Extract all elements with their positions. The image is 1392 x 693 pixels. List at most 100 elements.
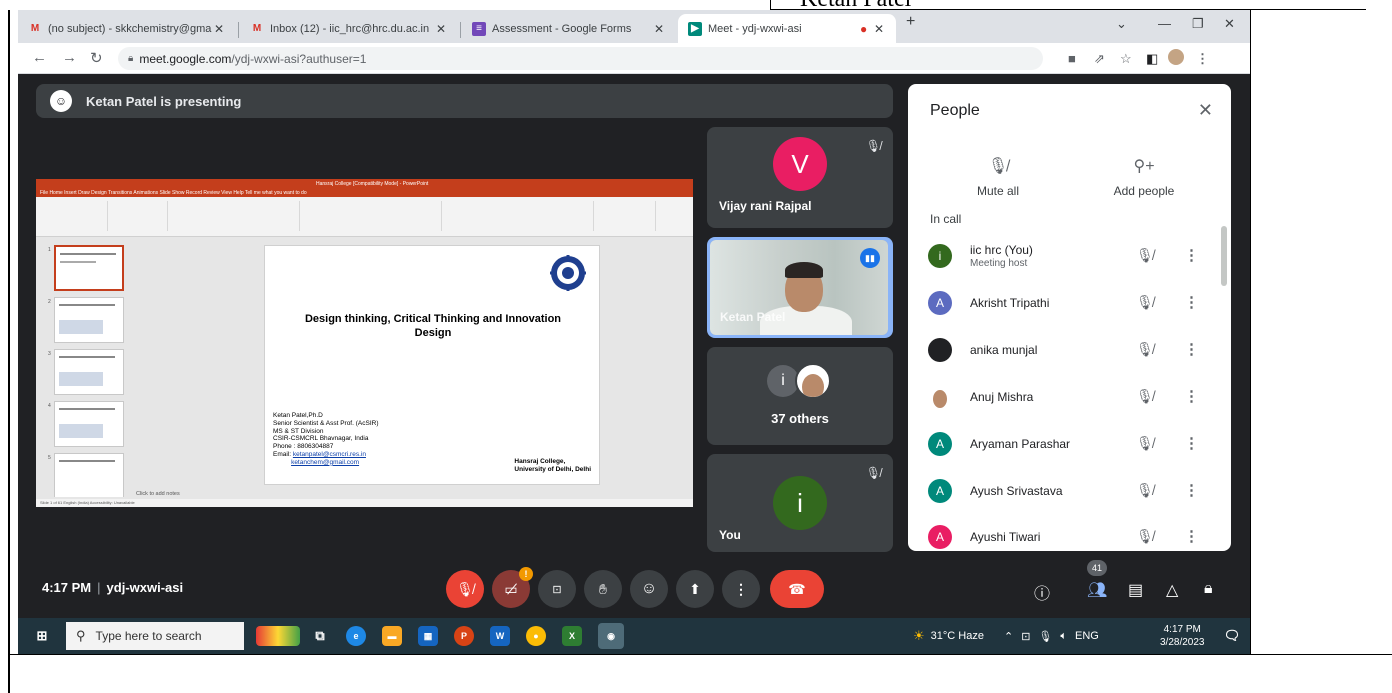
people-panel: People ✕ 🎙︎̸ Mute all ⚲+ Add people In c…	[908, 84, 1231, 551]
slide-thumbnail[interactable]	[54, 245, 124, 291]
task-view-icon[interactable]: ⧉	[310, 626, 330, 646]
store-icon[interactable]: ▦	[418, 626, 438, 646]
participant-row[interactable]: A Aryaman Parashar 🎙︎̸ ⋮	[908, 422, 1231, 468]
more-options-icon[interactable]: ⋮	[1184, 434, 1199, 452]
window-close-button[interactable]: ✕	[1224, 16, 1235, 32]
camera-icon[interactable]: ■	[1068, 51, 1076, 66]
mute-all-button[interactable]: 🎙︎̸ Mute all	[938, 156, 1058, 198]
profile-avatar[interactable]	[1168, 49, 1184, 65]
raise-hand-button[interactable]: ✋︎	[584, 570, 622, 608]
close-icon[interactable]: ✕	[214, 22, 230, 36]
tab-gmail-inbox[interactable]: M Inbox (12) - iic_hrc@hrc.du.ac.in ✕	[240, 14, 458, 43]
chat-icon[interactable]: ▤	[1128, 580, 1143, 600]
bookmark-star-icon[interactable]: ☆	[1120, 51, 1132, 67]
participant-row[interactable]: i iic hrc (You) Meeting host 🎙︎̸ ⋮	[908, 234, 1231, 280]
tab-google-forms[interactable]: ≡ Assessment - Google Forms ✕	[462, 14, 676, 43]
more-options-icon[interactable]: ⋮	[1184, 246, 1199, 264]
warning-badge: !	[519, 567, 533, 581]
close-icon[interactable]: ✕	[654, 22, 670, 36]
meet-stage: ☺ Ketan Patel is presenting Hansraj Coll…	[18, 74, 1250, 654]
tray-chevron-icon[interactable]: ⌃	[1004, 630, 1013, 643]
people-icon[interactable]: 👥︎	[1087, 580, 1107, 600]
url-field[interactable]: 🔒︎ meet.google.com /ydj-wxwi-asi?authuse…	[118, 47, 1043, 70]
author-org: CSIR-CSMCRL Bhavnagar, India	[273, 435, 369, 443]
page: Ketan Patel M (no subject) - skkchemistr…	[0, 0, 1392, 693]
add-people-button[interactable]: ⚲+ Add people	[1084, 156, 1204, 198]
captions-button[interactable]: ⊡	[538, 570, 576, 608]
slide-thumbnail[interactable]	[54, 453, 124, 497]
tab-search-icon[interactable]: ⌄	[1116, 16, 1127, 32]
taskbar-decoration-icon[interactable]	[256, 626, 300, 646]
participant-role: Meeting host	[970, 258, 1028, 269]
menu-kebab-icon[interactable]: ⋮	[1196, 51, 1209, 67]
mic-icon[interactable]: 🎙︎	[1038, 630, 1052, 643]
new-tab-button[interactable]: +	[906, 13, 915, 31]
camera-toggle-button[interactable]: ▭̸ !	[492, 567, 533, 608]
meet-icon: ▶	[688, 21, 702, 36]
tile-name: Ketan Patel	[720, 310, 786, 324]
slide-thumbnail[interactable]	[54, 401, 124, 447]
back-arrow-icon[interactable]: ←	[32, 49, 47, 66]
close-icon[interactable]: ✕	[1198, 100, 1213, 121]
slide-thumbnail[interactable]	[54, 297, 124, 343]
present-button[interactable]: ⬆	[676, 570, 714, 608]
tab-divider	[460, 22, 461, 38]
mic-off-icon: 🎙︎̸	[456, 580, 474, 597]
leave-call-button[interactable]: ☎︎	[770, 570, 824, 608]
more-options-icon[interactable]: ⋮	[1184, 340, 1199, 358]
minimize-button[interactable]: —	[1158, 16, 1171, 31]
close-icon[interactable]: ✕	[874, 22, 890, 36]
mic-off-icon: 🎙︎̸	[1136, 247, 1154, 263]
more-options-button[interactable]: ⋮	[722, 570, 760, 608]
ketan-video: ▮▮ Ketan Patel	[710, 240, 888, 335]
windows-start-icon[interactable]: ⊞	[32, 626, 52, 646]
network-icon[interactable]: ⊡	[1021, 630, 1030, 643]
slide-thumbnail[interactable]	[54, 349, 124, 395]
taskbar-search[interactable]: ⚲ Type here to search	[66, 622, 244, 650]
chrome-active-icon[interactable]: ◉	[598, 623, 624, 649]
participant-row[interactable]: Anuj Mishra 🎙︎̸ ⋮	[908, 375, 1231, 421]
reactions-button[interactable]: ☺	[630, 570, 668, 608]
more-options-icon[interactable]: ⋮	[1184, 527, 1199, 545]
language-indicator[interactable]: ENG	[1075, 630, 1099, 642]
participant-row[interactable]: A Akrisht Tripathi 🎙︎̸ ⋮	[908, 281, 1231, 327]
forward-arrow-icon[interactable]: →	[62, 49, 77, 66]
tab-meet[interactable]: ▶ Meet - ydj-wxwi-asi ● ✕	[678, 14, 896, 43]
reload-icon[interactable]: ↻	[90, 49, 103, 67]
tile-vijay[interactable]: 🎙︎̸ V Vijay rani Rajpal	[707, 127, 893, 228]
others-avatar-photo	[795, 363, 831, 399]
frame-line-left	[8, 10, 10, 693]
restore-button[interactable]: ❐	[1192, 16, 1204, 32]
host-controls-icon[interactable]: 🔒︎	[1204, 580, 1213, 598]
tab-gmail-no-subject[interactable]: M (no subject) - skkchemistry@gma ✕	[18, 14, 236, 43]
close-icon[interactable]: ✕	[436, 22, 452, 36]
excel-icon[interactable]: X	[562, 626, 582, 646]
tile-you[interactable]: 🎙︎̸ i You	[707, 454, 893, 552]
more-options-icon[interactable]: ⋮	[1184, 387, 1199, 405]
file-explorer-icon[interactable]: ▬	[382, 626, 402, 646]
tile-ketan[interactable]: ▮▮ Ketan Patel	[707, 237, 893, 338]
tile-others[interactable]: i 37 others	[707, 347, 893, 445]
more-options-icon[interactable]: ⋮	[1184, 293, 1199, 311]
taskbar-clock[interactable]: 4:17 PM 3/28/2023	[1160, 623, 1205, 649]
side-panel-icon[interactable]: ◧	[1146, 51, 1158, 67]
activities-icon[interactable]: △	[1166, 580, 1178, 600]
participant-avatar: A	[928, 291, 952, 315]
volume-icon[interactable]: 🔈︎	[1060, 630, 1067, 643]
lock-icon: 🔒︎	[128, 53, 134, 64]
mic-off-icon: 🎙︎̸	[1136, 294, 1154, 310]
meeting-details-icon[interactable]: ⓘ	[1034, 580, 1050, 604]
participant-row[interactable]: A Ayushi Tiwari 🎙︎̸ ⋮	[908, 515, 1231, 551]
powerpoint-icon[interactable]: P	[454, 626, 474, 646]
chrome-icon[interactable]: ●	[526, 626, 546, 646]
edge-icon[interactable]: e	[346, 626, 366, 646]
mic-toggle-button[interactable]: 🎙︎̸	[446, 570, 484, 608]
word-icon[interactable]: W	[490, 626, 510, 646]
participant-row[interactable]: anika munjal 🎙︎̸ ⋮	[908, 328, 1231, 374]
more-options-icon[interactable]: ⋮	[1184, 481, 1199, 499]
institution-line1: Hansraj College,	[514, 458, 566, 465]
kebab-icon: ⋮	[734, 580, 748, 597]
participant-row[interactable]: A Ayush Srivastava 🎙︎̸ ⋮	[908, 469, 1231, 515]
notifications-icon[interactable]: 🗨︎	[1222, 626, 1242, 646]
share-icon[interactable]: ⇗	[1094, 51, 1105, 67]
